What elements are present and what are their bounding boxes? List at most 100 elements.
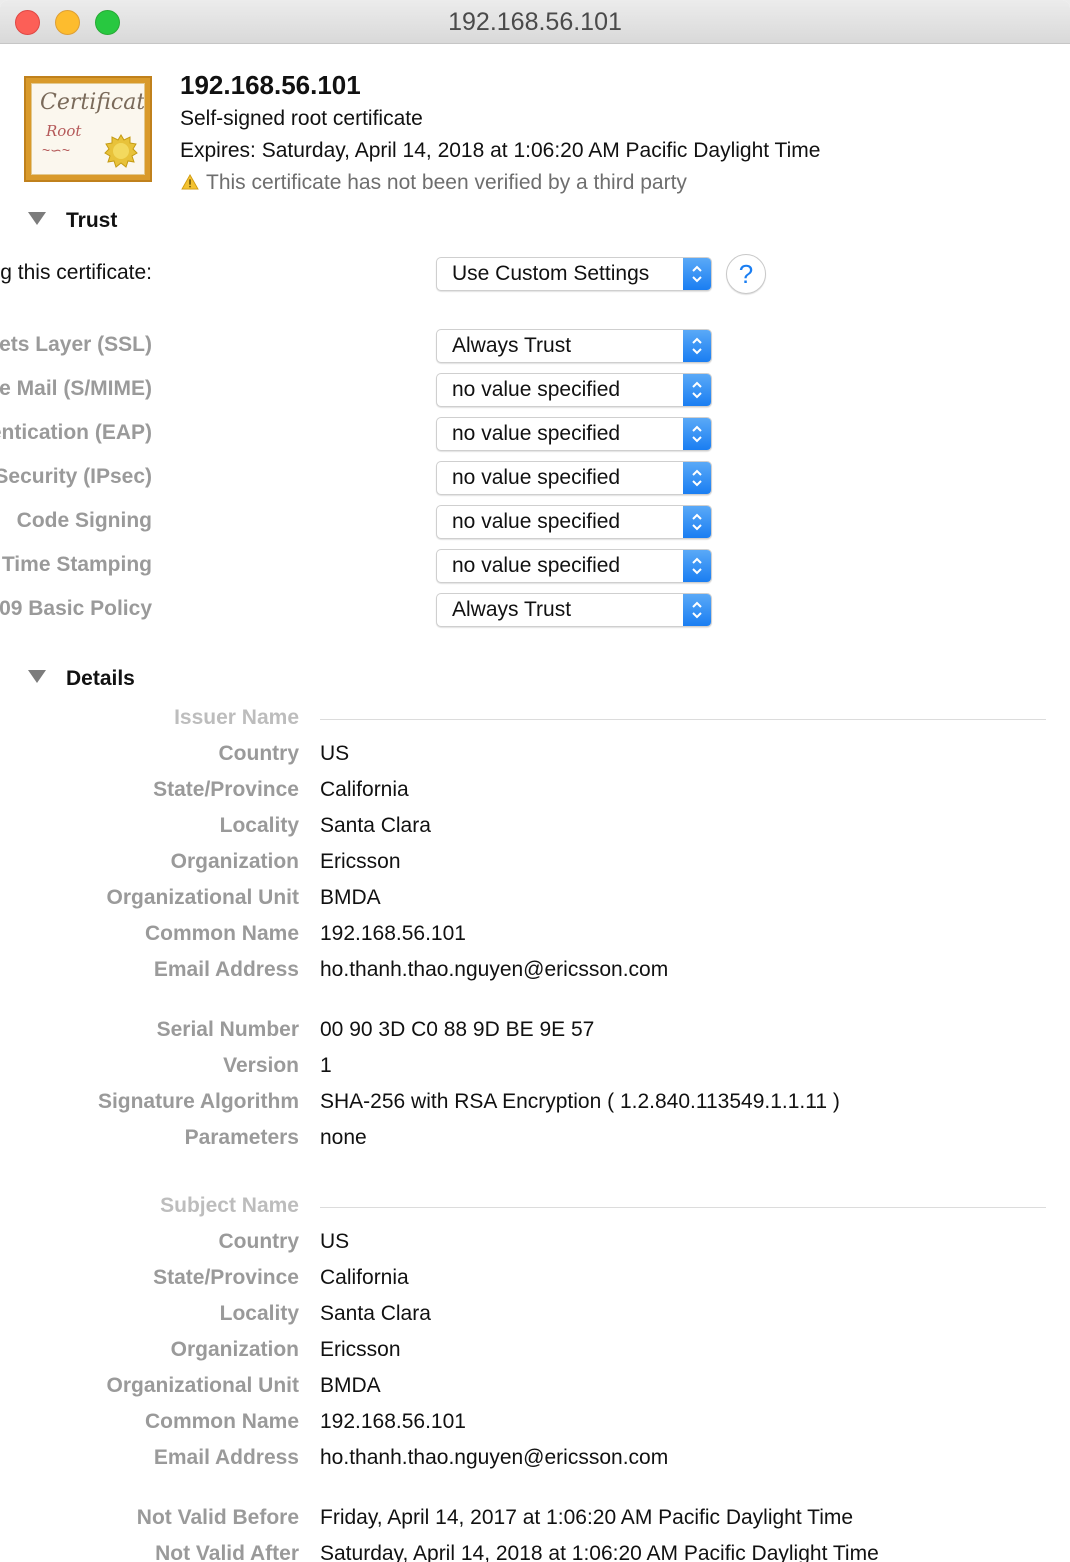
disclosure-triangle-icon[interactable] <box>28 212 46 225</box>
flourish-icon: ~∽~ <box>42 142 71 158</box>
policy-popup[interactable]: Always Trust <box>436 593 712 627</box>
when-using-label: When using this certificate: <box>0 261 152 284</box>
trust-section-toggle[interactable]: Trust <box>28 209 117 233</box>
detail-label: Country <box>218 742 300 765</box>
detail-label: Not Valid Before <box>136 1506 299 1529</box>
detail-row: Not Valid Before Friday, April 14, 2017 … <box>0 1504 1070 1534</box>
detail-row: Organization Ericsson <box>0 1336 1070 1366</box>
policy-label: Code Signing <box>16 509 152 532</box>
popup-value: Always Trust <box>452 598 572 621</box>
detail-row: Signature Algorithm SHA-256 with RSA Enc… <box>0 1088 1070 1118</box>
detail-label: Email Address <box>153 958 299 981</box>
popup-value: no value specified <box>452 466 621 489</box>
subject-group-row: Subject Name <box>0 1192 1070 1222</box>
when-using-popup[interactable]: Use Custom Settings <box>436 257 712 291</box>
detail-label: Organization <box>170 1338 299 1361</box>
detail-label: Organizational Unit <box>106 1374 299 1397</box>
certificate-icon-root: Root <box>46 122 82 140</box>
trust-when-using-row: When using this certificate: Use Custom … <box>0 257 800 291</box>
detail-label: Signature Algorithm <box>97 1090 299 1113</box>
popup-value: no value specified <box>452 378 621 401</box>
details-header: Details <box>66 667 135 690</box>
disclosure-triangle-icon[interactable] <box>28 670 46 683</box>
chevron-up-down-icon <box>683 594 711 626</box>
detail-row: Country US <box>0 740 1070 770</box>
detail-row: Version 1 <box>0 1052 1070 1082</box>
chevron-up-down-icon <box>683 374 711 406</box>
detail-value: ho.thanh.thao.nguyen@ericsson.com <box>320 1446 669 1469</box>
popup-value: no value specified <box>452 510 621 533</box>
detail-row: State/Province California <box>0 776 1070 806</box>
detail-label: Email Address <box>153 1446 299 1469</box>
policy-label: Extensible Authentication (EAP) <box>0 421 152 444</box>
policy-label: Time Stamping <box>1 553 152 576</box>
popup-value: no value specified <box>452 422 621 445</box>
certificate-kind: Self-signed root certificate <box>180 107 423 130</box>
trust-policy-row: Time Stamping no value specified <box>0 549 800 583</box>
trust-policy-row: Code Signing no value specified <box>0 505 800 539</box>
detail-row: Parameters none <box>0 1124 1070 1154</box>
detail-value: BMDA <box>320 886 381 909</box>
detail-row: Organizational Unit BMDA <box>0 884 1070 914</box>
detail-label: Parameters <box>184 1126 299 1149</box>
detail-value: Santa Clara <box>320 814 431 837</box>
certificate-window: 192.168.56.101 Certificate Root ~∽~ 192.… <box>0 0 1070 1562</box>
trust-policy-row: X.509 Basic Policy Always Trust <box>0 593 800 627</box>
policy-popup[interactable]: no value specified <box>436 505 712 539</box>
warning-text: This certificate has not been verified b… <box>206 171 687 194</box>
popup-value: no value specified <box>452 554 621 577</box>
chevron-up-down-icon <box>683 258 711 290</box>
detail-row: State/Province California <box>0 1264 1070 1294</box>
help-button[interactable]: ? <box>726 254 766 294</box>
chevron-up-down-icon <box>683 330 711 362</box>
detail-label: Organization <box>170 850 299 873</box>
policy-label: Secure Mail (S/MIME) <box>0 377 152 400</box>
detail-label: Locality <box>219 1302 299 1325</box>
detail-label: Version <box>223 1054 299 1077</box>
detail-value: ho.thanh.thao.nguyen@ericsson.com <box>320 958 669 981</box>
popup-value: Always Trust <box>452 334 572 357</box>
detail-row: Locality Santa Clara <box>0 1300 1070 1330</box>
policy-popup[interactable]: no value specified <box>436 549 712 583</box>
policy-label: IP Security (IPsec) <box>0 465 152 488</box>
detail-row: Email Address ho.thanh.thao.nguyen@erics… <box>0 956 1070 986</box>
detail-value: BMDA <box>320 1374 381 1397</box>
policy-popup[interactable]: no value specified <box>436 461 712 495</box>
detail-row: Common Name 192.168.56.101 <box>0 920 1070 950</box>
trust-header: Trust <box>66 209 118 232</box>
detail-row: Common Name 192.168.56.101 <box>0 1408 1070 1438</box>
policy-popup[interactable]: Always Trust <box>436 329 712 363</box>
detail-value: California <box>320 1266 409 1289</box>
title-bar[interactable]: 192.168.56.101 <box>0 0 1070 44</box>
detail-value: 1 <box>320 1054 332 1077</box>
certificate-name: 192.168.56.101 <box>180 70 361 100</box>
chevron-up-down-icon <box>683 550 711 582</box>
warning-triangle-icon <box>181 174 199 190</box>
detail-value: 192.168.56.101 <box>320 1410 466 1433</box>
detail-row: Locality Santa Clara <box>0 812 1070 842</box>
detail-label: Organizational Unit <box>106 886 299 909</box>
detail-label: State/Province <box>153 1266 299 1289</box>
seal-icon <box>104 134 138 168</box>
detail-value: Ericsson <box>320 850 401 873</box>
detail-label: Locality <box>219 814 299 837</box>
detail-value: Ericsson <box>320 1338 401 1361</box>
detail-value: US <box>320 742 350 765</box>
detail-label: Common Name <box>144 1410 299 1433</box>
certificate-warning: This certificate has not been verified b… <box>180 171 687 195</box>
issuer-group-row: Issuer Name <box>0 704 1070 734</box>
detail-value: US <box>320 1230 350 1253</box>
policy-popup[interactable]: no value specified <box>436 373 712 407</box>
policy-popup[interactable]: no value specified <box>436 417 712 451</box>
detail-value: 192.168.56.101 <box>320 922 466 945</box>
detail-label: Country <box>218 1230 300 1253</box>
details-section-toggle[interactable]: Details <box>28 667 135 691</box>
detail-label: Common Name <box>144 922 299 945</box>
detail-value: 00 90 3D C0 88 9D BE 9E 57 <box>320 1018 595 1041</box>
issuer-name-label: Issuer Name <box>174 706 299 729</box>
detail-label: Serial Number <box>156 1018 299 1041</box>
policy-label: Secure Sockets Layer (SSL) <box>0 333 152 356</box>
chevron-up-down-icon <box>683 418 711 450</box>
chevron-up-down-icon <box>683 462 711 494</box>
trust-policy-row: Secure Mail (S/MIME) no value specified <box>0 373 800 407</box>
